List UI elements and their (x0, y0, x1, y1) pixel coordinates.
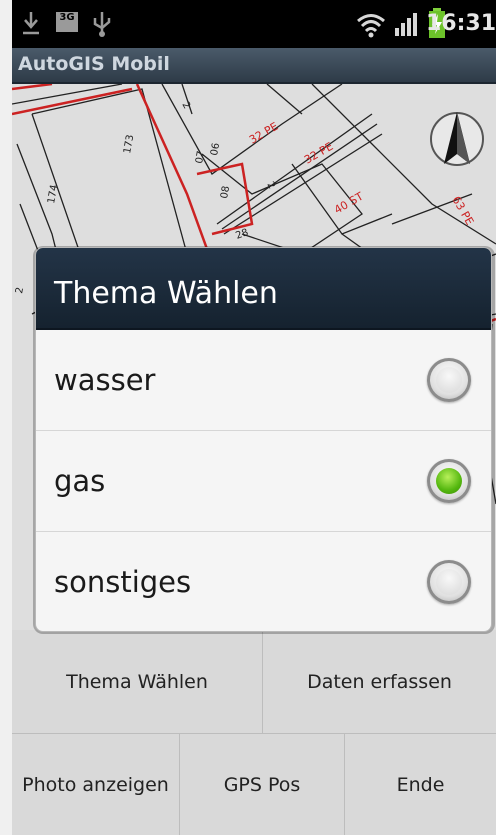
screen: 3G 16:31 AutoGIS Mobil 32 PE 32 PE 40 ST… (0, 0, 496, 835)
option-wasser[interactable]: wasser (36, 330, 491, 431)
bottom-menu: Thema Wählen Daten erfassen Photo anzeig… (12, 630, 496, 835)
status-bar: 3G 16:31 (12, 0, 496, 48)
menu-ende-button[interactable]: Ende (345, 734, 496, 835)
thema-dialog: Thema Wählen wasser gas sonstiges (35, 247, 492, 632)
menu-daten-erfassen-button[interactable]: Daten erfassen (263, 630, 496, 733)
menu-gps-pos-label: GPS Pos (223, 773, 301, 796)
radio-indicator (436, 468, 462, 494)
menu-photo-anzeigen-label: Photo anzeigen (22, 773, 169, 796)
option-label: wasser (54, 363, 156, 397)
dialog-title: Thema Wählen (36, 248, 491, 330)
app-title: AutoGIS Mobil (18, 53, 170, 75)
compass-icon[interactable] (430, 112, 484, 166)
map-label: 07 (194, 150, 207, 164)
wifi-icon (357, 14, 385, 38)
network-type-label: 3G (59, 12, 75, 23)
map-label: 08 (219, 185, 232, 199)
radio-button[interactable] (427, 358, 471, 402)
option-gas[interactable]: gas (36, 431, 491, 532)
menu-row: Photo anzeigen GPS Pos Ende (12, 734, 496, 835)
left-strip (0, 0, 12, 835)
radio-button-checked[interactable] (427, 459, 471, 503)
menu-daten-erfassen-label: Daten erfassen (307, 670, 452, 693)
menu-gps-pos-button[interactable]: GPS Pos (180, 734, 344, 835)
radio-indicator (436, 367, 462, 393)
menu-photo-anzeigen-button[interactable]: Photo anzeigen (12, 734, 179, 835)
radio-button[interactable] (427, 560, 471, 604)
radio-indicator (436, 569, 462, 595)
menu-thema-waehlen-button[interactable]: Thema Wählen (12, 630, 262, 733)
signal-icon (395, 13, 417, 36)
option-sonstiges[interactable]: sonstiges (36, 532, 491, 631)
menu-ende-label: Ende (396, 773, 445, 796)
status-time: 16:31 (425, 11, 496, 36)
menu-row: Thema Wählen Daten erfassen (12, 630, 496, 734)
menu-thema-waehlen-label: Thema Wählen (66, 670, 208, 693)
download-icon (23, 12, 39, 35)
option-label: sonstiges (54, 565, 192, 599)
map-label: 06 (209, 142, 222, 156)
usb-icon (93, 12, 111, 37)
option-label: gas (54, 464, 106, 498)
3g-sd-icon: 3G (56, 12, 78, 32)
app-title-bar: AutoGIS Mobil (12, 48, 496, 84)
